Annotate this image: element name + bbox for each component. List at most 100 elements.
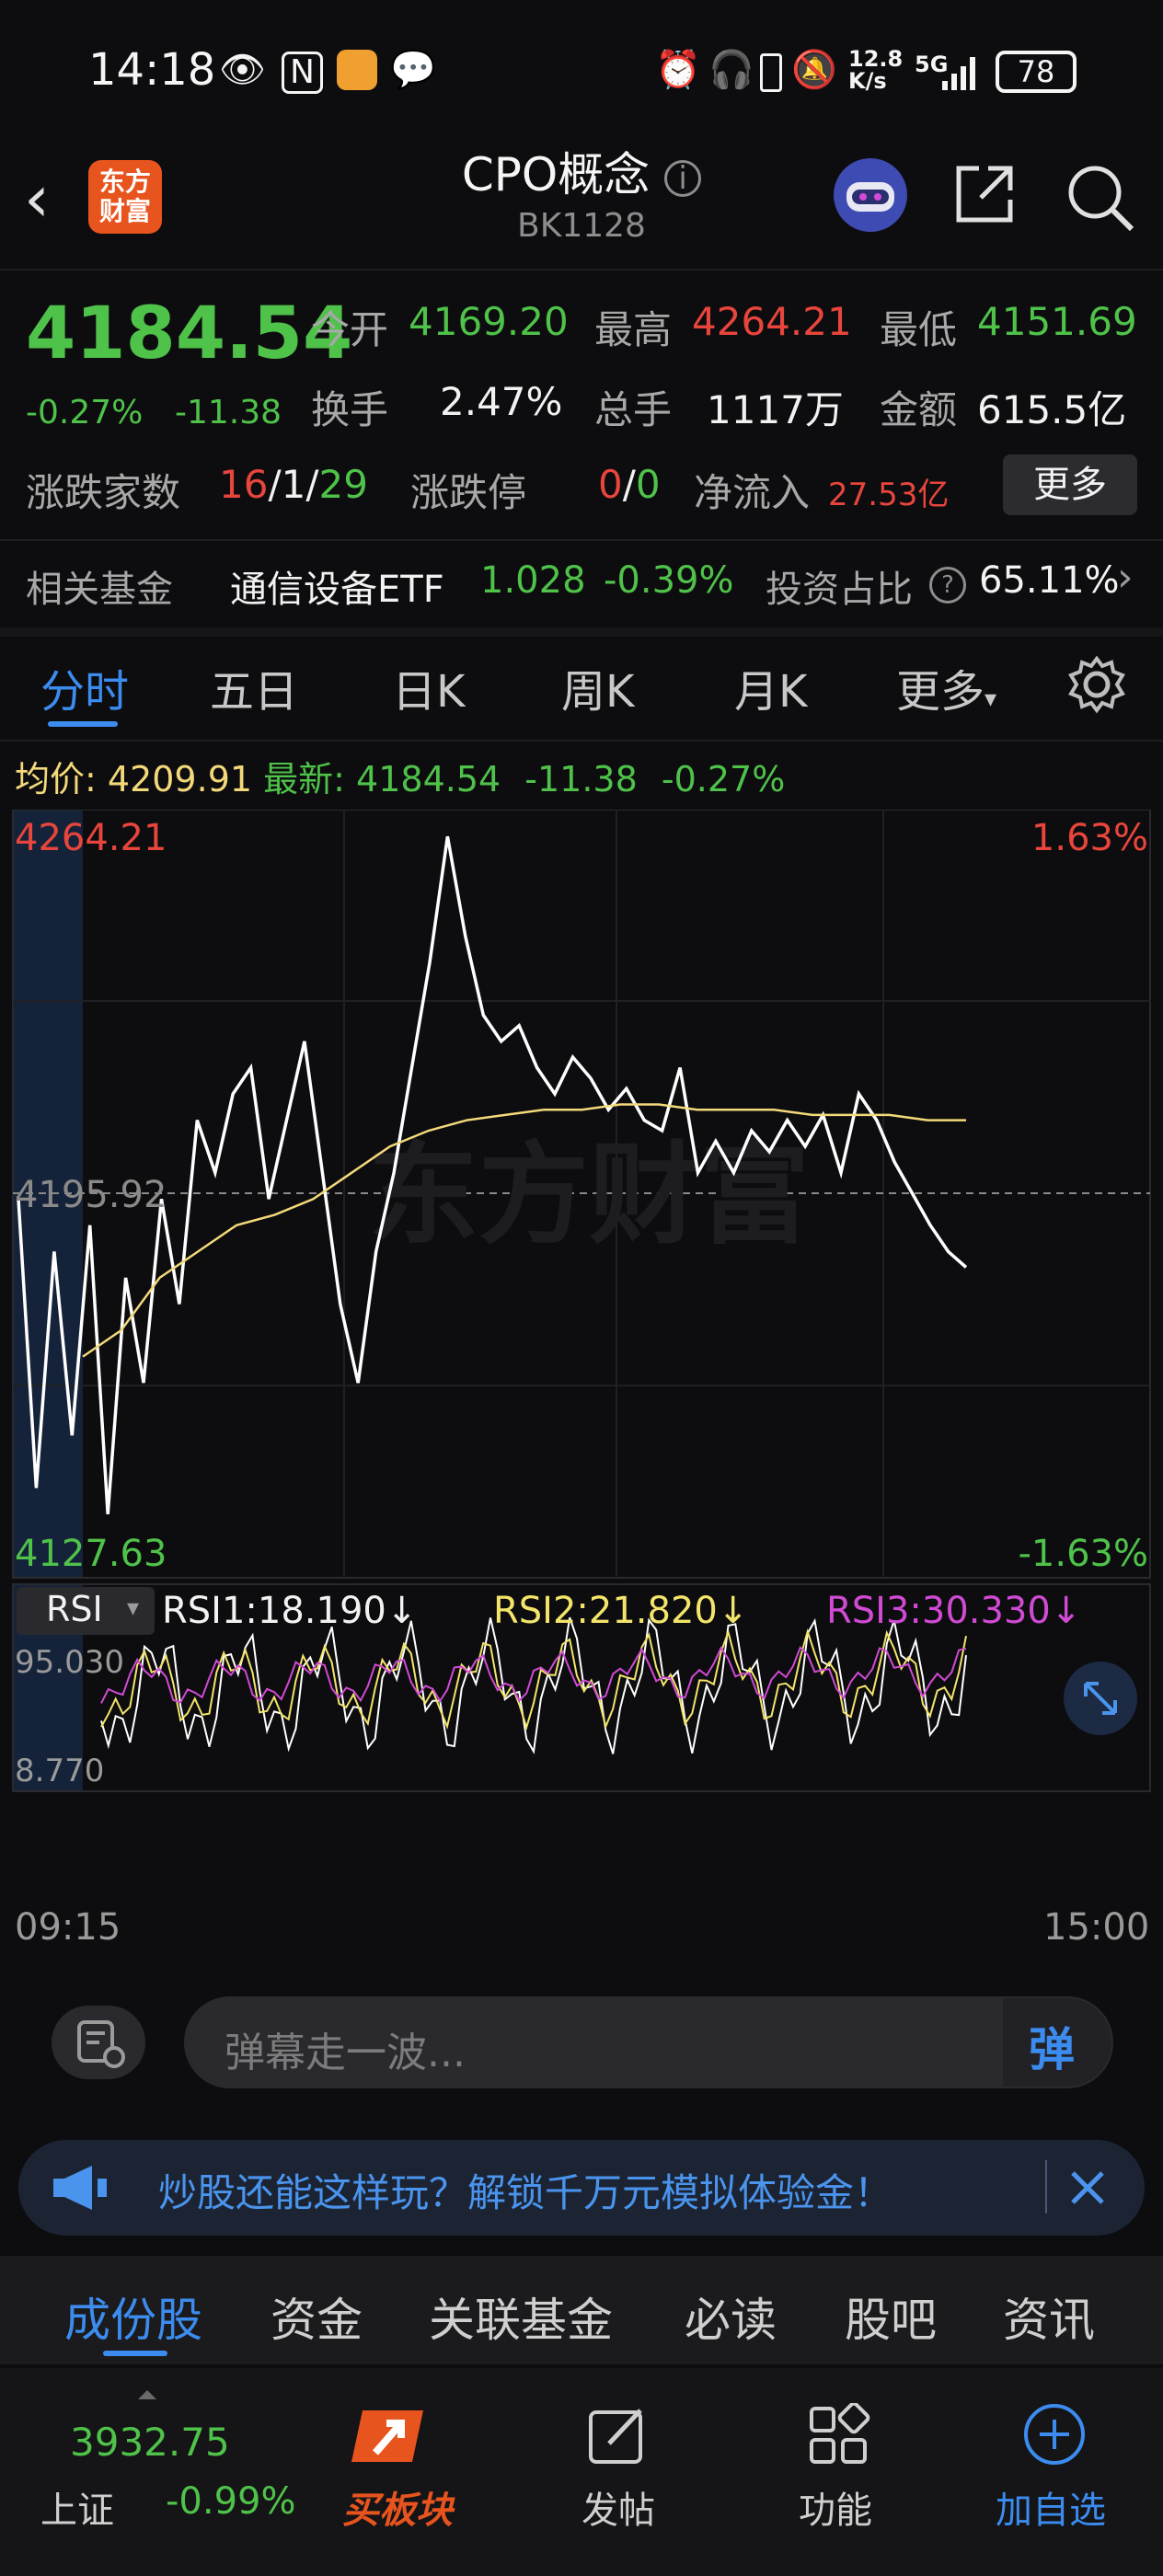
tab-news[interactable]: 资讯 (1003, 2283, 1095, 2350)
tab-weekly-k[interactable]: 周K (561, 655, 634, 719)
signal-icon (942, 57, 975, 90)
tab-indicator (48, 721, 118, 727)
fund-name[interactable]: 通信设备ETF (230, 559, 444, 613)
price-legend: 均价: 4209.91 最新: 4184.54 -11.38 -0.27% (15, 759, 786, 799)
tab-related-funds[interactable]: 关联基金 (429, 2283, 613, 2350)
dropdown-icon: ▾ (985, 685, 997, 713)
low-label: 最低 (880, 307, 958, 352)
axis-top-pct: 1.63% (1031, 817, 1148, 859)
info-icon[interactable]: i (664, 159, 702, 197)
add-watchlist-icon[interactable] (1021, 2401, 1088, 2467)
status-time: 14:18 (88, 44, 216, 96)
dropdown-icon: ▾ (127, 1594, 140, 1622)
axis-top-price: 4264.21 (15, 817, 167, 859)
net-speed: 12.8 K/s (848, 46, 904, 94)
index-pct: -0.99% (166, 2480, 296, 2523)
help-icon[interactable]: ? (929, 567, 966, 604)
chevron-right-icon: › (1117, 554, 1134, 601)
battery-small-icon (760, 53, 782, 92)
danmaku-settings-icon[interactable] (52, 2006, 145, 2079)
index-name: 上证 (40, 2490, 114, 2532)
tab-daily-k[interactable]: 日K (392, 655, 465, 719)
add-watchlist-label[interactable]: 加自选 (996, 2480, 1106, 2534)
updown-counts: 16/1/29 (219, 462, 368, 507)
nfc-icon: N (282, 52, 323, 94)
battery-icon: 78 (996, 51, 1077, 93)
tab-monthly-k[interactable]: 月K (734, 655, 807, 719)
tab-funds-flow[interactable]: 资金 (271, 2283, 363, 2350)
tab-intraday[interactable]: 分时 (40, 655, 129, 719)
rsi-bottom: 8.770 (15, 1753, 104, 1789)
danmaku-send-button[interactable]: 弹 (1003, 1998, 1111, 2087)
axis-bottom-price: 4127.63 (15, 1533, 167, 1575)
intraday-chart[interactable]: 东方财富 4264.21 4195.92 4127.63 1.63% -1.63… (0, 810, 1163, 1895)
divider (0, 269, 1163, 270)
post-icon[interactable] (585, 2403, 650, 2467)
rsi2-line (100, 1627, 967, 1731)
rsi2-value: RSI2:21.820↓ (493, 1590, 749, 1632)
headphones-icon: 🎧 (708, 49, 754, 91)
fund-label: 相关基金 (26, 569, 173, 611)
post-label[interactable]: 发帖 (582, 2480, 655, 2534)
index-value[interactable]: 3932.75 (70, 2420, 230, 2465)
axis-mid-price: 4195.92 (15, 1174, 167, 1216)
ratio-label: 投资占比 (766, 569, 913, 611)
time-end: 15:00 (1043, 1906, 1150, 1949)
amount-value: 615.5亿 (977, 387, 1127, 432)
turnover-value: 2.47% (440, 379, 563, 424)
buy-block-icon[interactable] (344, 2401, 436, 2471)
pct-change: -0.27% (26, 394, 144, 431)
rsi3-value: RSI3:30.330↓ (826, 1590, 1082, 1632)
expand-up-icon (138, 2390, 156, 2399)
share-icon[interactable] (951, 161, 1018, 227)
alarm-icon: ⏰ (655, 49, 701, 91)
danmaku-placeholder: 弹幕走一波... (225, 2030, 466, 2076)
status-bar: 14:18 👁 N 💬 ⏰ 🎧 🔕 12.8 K/s 5G 78 (0, 0, 1163, 138)
tab-more[interactable]: 更多▾ (896, 655, 996, 719)
indicator-select[interactable]: RSI ▾ (17, 1587, 155, 1635)
updown-label: 涨跌家数 (26, 470, 181, 515)
fund-pct: -0.39% (604, 559, 734, 602)
axis-bottom-pct: -1.63% (1018, 1533, 1148, 1575)
eye-icon: 👁 (219, 49, 266, 91)
mute-bell-icon: 🔕 (791, 49, 837, 91)
tab-must-read[interactable]: 必读 (685, 2283, 777, 2350)
volume-label: 总手 (594, 387, 673, 432)
functions-label[interactable]: 功能 (799, 2480, 872, 2534)
high-label: 最高 (594, 307, 673, 352)
divider (0, 539, 1163, 541)
high-value: 4264.21 (692, 299, 852, 344)
rsi-top: 95.030 (15, 1644, 124, 1681)
settings-gear-icon[interactable] (1067, 655, 1126, 714)
megaphone-icon (53, 2166, 107, 2210)
abs-change: -11.38 (175, 394, 282, 431)
more-button[interactable]: 更多 (1003, 454, 1137, 515)
tab-constituents[interactable]: 成份股 (64, 2283, 202, 2350)
rsi1-value: RSI1:18.190↓ (162, 1590, 418, 1632)
open-label: 今开 (311, 307, 389, 352)
ai-robot-icon[interactable] (834, 158, 907, 232)
rsi1-line (100, 1616, 967, 1754)
search-icon[interactable] (1065, 163, 1135, 233)
netflow-value: 27.53亿 (828, 477, 950, 513)
time-start: 09:15 (15, 1906, 121, 1949)
low-value: 4151.69 (977, 299, 1137, 344)
tab-5day[interactable]: 五日 (210, 655, 298, 719)
fund-price: 1.028 (480, 559, 586, 602)
section-tab-indicator (103, 2351, 167, 2356)
ratio-value: 65.11% (979, 559, 1120, 602)
related-fund-row[interactable]: 相关基金 通信设备ETF 1.028 -0.39% 投资占比 ? 65.11% … (0, 543, 1163, 626)
limit-label: 涨跌停 (410, 470, 527, 515)
last-price: 4184.54 (26, 293, 353, 375)
limit-counts: 0/0 (598, 462, 661, 507)
divider (1045, 2160, 1047, 2214)
open-value: 4169.20 (409, 299, 569, 344)
close-icon[interactable] (1067, 2168, 1108, 2208)
buy-block-label[interactable]: 买板块 (342, 2480, 453, 2534)
divider (0, 740, 1163, 742)
turnover-label: 换手 (311, 387, 389, 432)
tab-forum[interactable]: 股吧 (845, 2283, 937, 2350)
functions-grid-icon[interactable] (806, 2403, 870, 2467)
netflow-label: 净流入 (694, 470, 811, 515)
volume-value: 1117万 (707, 387, 844, 432)
